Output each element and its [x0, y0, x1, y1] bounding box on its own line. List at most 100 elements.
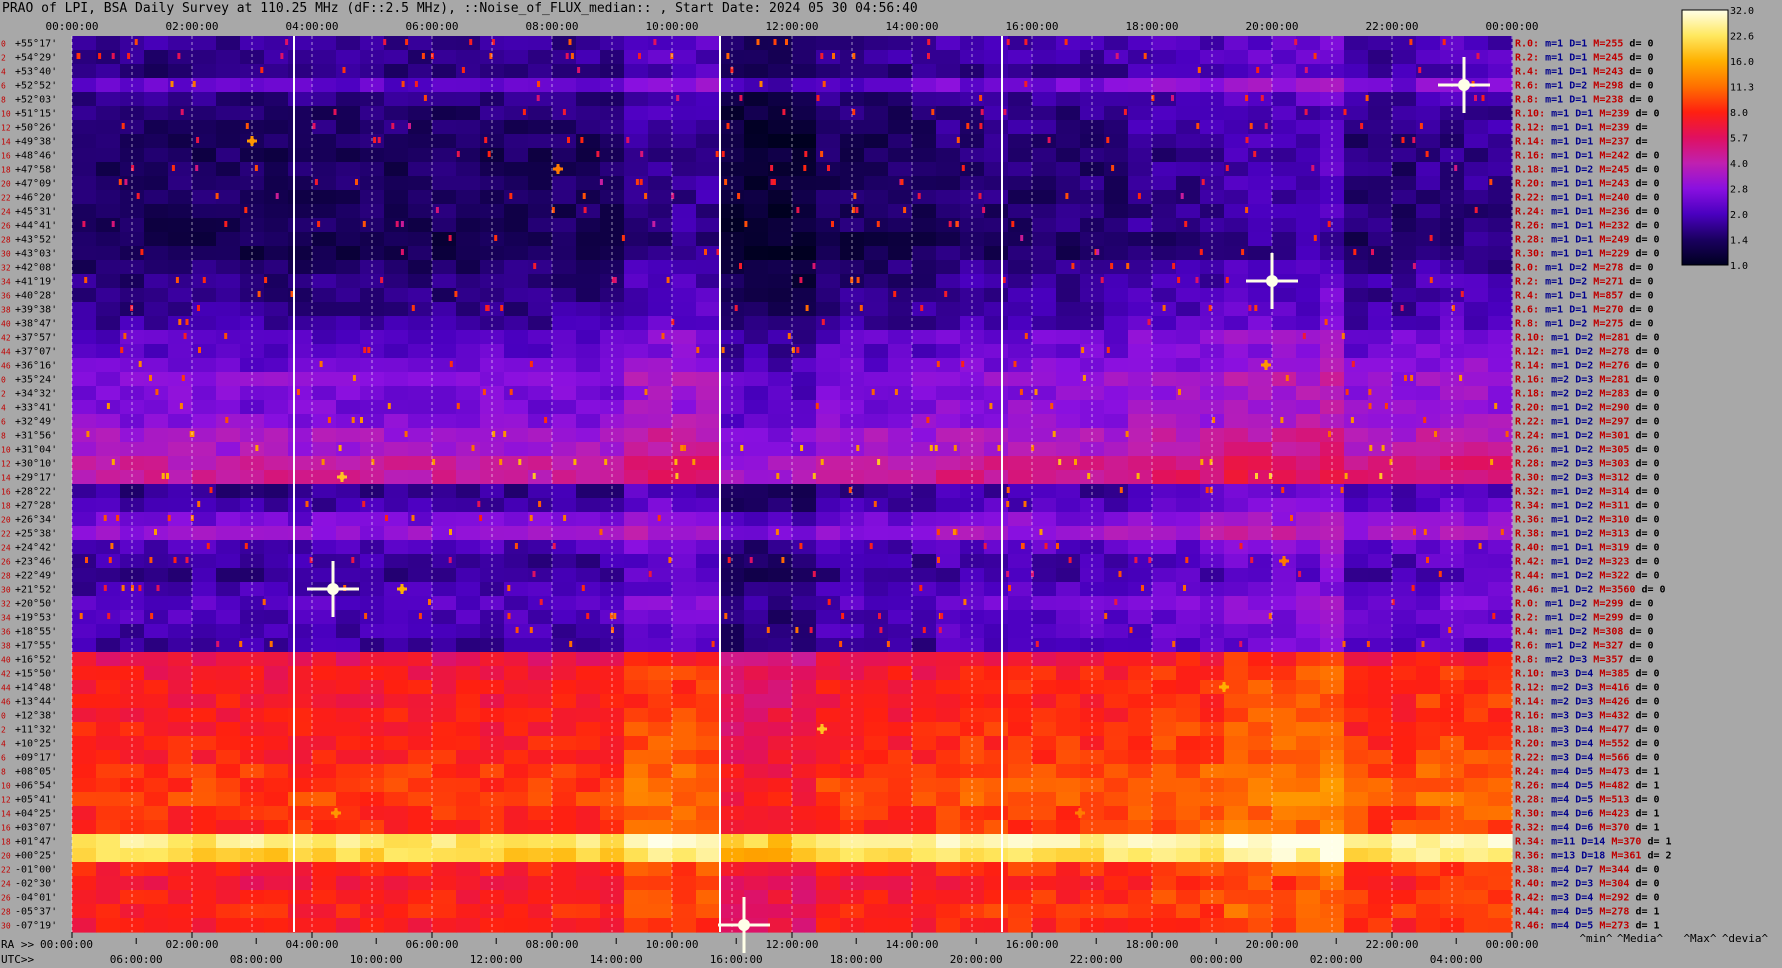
row-stat: R.12: m=1 D=1 M=239 d=	[1515, 123, 1647, 134]
heatmap-cell	[336, 820, 361, 835]
row-stat-part: d= 0	[1623, 599, 1653, 610]
heatmap-cell	[696, 106, 721, 121]
heatmap-cell	[384, 890, 409, 905]
heatmap-speckle	[800, 445, 804, 451]
heatmap-cell	[888, 428, 913, 443]
heatmap-cell	[672, 666, 697, 681]
heatmap-cell	[888, 568, 913, 583]
heatmap-cell	[648, 876, 673, 891]
heatmap-cell	[744, 736, 769, 751]
heatmap-speckle	[405, 39, 409, 45]
heatmap-cell	[1128, 680, 1153, 695]
heatmap-cell	[672, 624, 697, 639]
heatmap-speckle	[1474, 95, 1477, 101]
top-tick-label: 02:00:00	[166, 20, 219, 33]
heatmap-cell	[744, 456, 769, 471]
heatmap-cell	[312, 680, 337, 695]
heatmap-cell	[432, 540, 457, 555]
heatmap-cell	[1416, 918, 1441, 933]
heatmap-cell	[888, 806, 913, 821]
heatmap-cell	[528, 92, 553, 107]
heatmap-cell	[384, 540, 409, 555]
heatmap-cell	[288, 414, 313, 429]
heatmap-cell	[1056, 596, 1081, 611]
heatmap-cell	[1464, 512, 1489, 527]
heatmap-cell	[264, 498, 289, 513]
row-stat: R.10: m=1 D=2 M=281 d= 0	[1515, 333, 1660, 344]
heatmap-cell	[888, 666, 913, 681]
heatmap-cell	[1272, 204, 1297, 219]
heatmap-cell	[1392, 652, 1417, 667]
heatmap-cell	[144, 694, 169, 709]
heatmap-cell	[504, 64, 529, 79]
heatmap-speckle	[1410, 375, 1414, 381]
heatmap-cell	[1272, 680, 1297, 695]
heatmap-cell	[1392, 904, 1417, 919]
heatmap-cell	[1128, 820, 1153, 835]
heatmap-cell	[552, 582, 577, 597]
heatmap-cell	[456, 358, 481, 373]
heatmap-cell	[1296, 848, 1321, 863]
heatmap-cell	[792, 736, 817, 751]
heatmap-cell	[168, 176, 193, 191]
heatmap-cell	[192, 64, 217, 79]
heatmap-cell	[384, 400, 409, 415]
heatmap-cell	[552, 918, 577, 933]
heatmap-cell	[936, 904, 961, 919]
row-stat-part: m=4	[1545, 809, 1569, 820]
heatmap-cell	[1176, 540, 1201, 555]
heatmap-cell	[192, 806, 217, 821]
heatmap-cell	[1008, 834, 1033, 849]
heatmap-speckle	[317, 221, 321, 227]
heatmap-cell	[1248, 428, 1273, 443]
heatmap-speckle	[127, 53, 131, 59]
heatmap-cell	[888, 750, 913, 765]
heatmap-cell	[1392, 694, 1417, 709]
heatmap-cell	[312, 848, 337, 863]
heatmap-cell	[936, 736, 961, 751]
heatmap-cell	[1416, 568, 1441, 583]
row-stat: R.2: m=1 D=1 M=245 d= 0	[1515, 53, 1654, 64]
row-stat-part: R.28:	[1515, 795, 1545, 806]
row-stat-part: d= 0	[1629, 501, 1659, 512]
heatmap-speckle	[1340, 487, 1344, 493]
heatmap-cell	[1008, 890, 1033, 905]
heatmap-cell	[984, 36, 1009, 51]
heatmap-cell	[888, 414, 913, 429]
heatmap-cell	[672, 428, 697, 443]
heatmap-cell	[528, 442, 553, 457]
heatmap-cell	[888, 694, 913, 709]
heatmap-cell	[1128, 540, 1153, 555]
heatmap-cell	[744, 862, 769, 877]
heatmap-cell	[96, 246, 121, 261]
heatmap-cell	[816, 288, 841, 303]
heatmap-cell	[264, 694, 289, 709]
heatmap-cell	[864, 456, 889, 471]
heatmap-cell	[1296, 92, 1321, 107]
heatmap-cell	[96, 36, 121, 51]
heatmap-cell	[1248, 64, 1273, 79]
heatmap-speckle	[1341, 333, 1345, 339]
heatmap-cell	[864, 246, 889, 261]
heatmap-cell	[312, 666, 337, 681]
heatmap-cell	[1416, 92, 1441, 107]
heatmap-cell	[312, 428, 337, 443]
heatmap-cell	[192, 442, 217, 457]
heatmap-cell	[744, 372, 769, 387]
heatmap-cell	[648, 624, 673, 639]
heatmap-cell	[648, 652, 673, 667]
heatmap-cell	[696, 50, 721, 65]
heatmap-cell	[1104, 386, 1129, 401]
heatmap-cell	[552, 568, 577, 583]
row-stat-part: M=313	[1593, 529, 1629, 540]
row-stat: R.40: m=1 D=1 M=319 d= 0	[1515, 543, 1660, 554]
heatmap-cell	[768, 260, 793, 275]
heatmap-cell	[984, 50, 1009, 65]
row-stat: R.14: m=1 D=2 M=276 d= 0	[1515, 361, 1660, 372]
row-index: 8	[1, 96, 6, 105]
heatmap-cell	[504, 820, 529, 835]
heatmap-cell	[144, 288, 169, 303]
heatmap-cell	[168, 162, 193, 177]
heatmap-cell	[696, 540, 721, 555]
heatmap-cell	[432, 274, 457, 289]
